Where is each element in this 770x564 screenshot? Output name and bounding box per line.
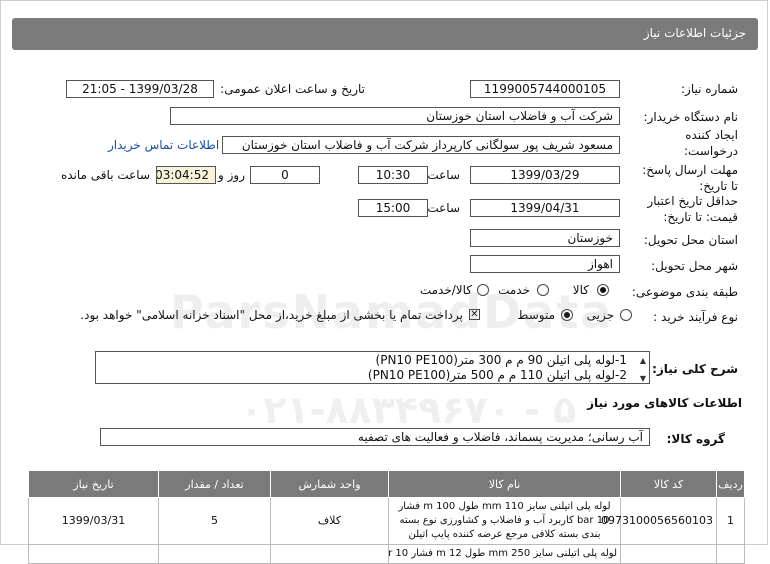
city-field[interactable]: اهواز — [470, 255, 620, 273]
table-header-row: ردیف کد کالا نام کالا واحد شمارش تعداد /… — [28, 470, 745, 498]
buyer-contact-link[interactable]: اطلاعات تماس خریدار — [108, 138, 219, 152]
process-radio-minor[interactable] — [620, 309, 632, 321]
announce-label: تاریخ و ساعت اعلان عمومی: — [220, 82, 365, 96]
need-number-field[interactable]: 1199005744000105 — [470, 80, 620, 98]
description-box[interactable]: 1-لوله پلی اتیلن 90 م م 300 متر(PN10 PE1… — [95, 351, 650, 384]
reply-deadline-label-line1: مهلت ارسال پاسخ: — [642, 163, 738, 177]
goods-section-title: اطلاعات کالاهای مورد نیاز — [587, 396, 742, 410]
col-header-row-number: ردیف — [716, 470, 745, 498]
table-row[interactable]: 1 0973100056560103 لوله پلی اتیلنی سایز … — [28, 497, 745, 545]
validity-date-field[interactable]: 1399/04/31 — [470, 199, 620, 217]
cell-name-partial: لوله پلی اتیلنی سایز 250 mm طول 12 m فشا… — [388, 544, 621, 564]
province-field[interactable]: خوزستان — [470, 229, 620, 247]
validity-time-label: ساعت — [427, 201, 460, 215]
category-goods-service-label: کالا/خدمت — [419, 283, 472, 297]
scroll-down-icon[interactable]: ▼ — [640, 371, 646, 386]
page-title: جزئیات اطلاعات نیاز — [643, 26, 746, 40]
cell-unit: کلاف — [270, 497, 389, 545]
col-header-name: نام کالا — [388, 470, 621, 498]
reply-time-field[interactable]: 10:30 — [358, 166, 428, 184]
days-field[interactable]: 0 — [250, 166, 320, 184]
reply-date-field[interactable]: 1399/03/29 — [470, 166, 620, 184]
category-radio-goods-service[interactable] — [477, 284, 489, 296]
payment-note: پرداخت تمام یا بخشی از مبلغ خرید،از محل … — [80, 308, 463, 322]
items-table: ردیف کد کالا نام کالا واحد شمارش تعداد /… — [28, 470, 745, 564]
scroll-up-icon[interactable]: ▲ — [640, 353, 646, 368]
goods-group-field[interactable]: آب رسانی؛ مدیریت پسماند، فاضلاب و فعالیت… — [100, 428, 650, 446]
cell-code: 0973100056560103 — [601, 497, 717, 545]
validity-label-line1: حداقل تاریخ اعتبار — [647, 194, 738, 208]
description-label: شرح کلی نیاز: — [652, 362, 738, 376]
need-number-label: شماره نیاز: — [681, 82, 738, 96]
category-radio-service[interactable] — [537, 284, 549, 296]
category-radio-goods[interactable] — [597, 284, 609, 296]
cell-date: 1399/03/31 — [28, 497, 159, 545]
treasury-checkbox[interactable]: ✕ — [469, 309, 480, 320]
col-header-code: کد کالا — [620, 470, 717, 498]
process-minor-label: جزیی — [586, 308, 614, 322]
creator-field[interactable]: مسعود شریف پور سولگانی کارپرداز شرکت آب … — [222, 136, 620, 154]
col-header-qty: تعداد / مقدار — [158, 470, 271, 498]
validity-label-line2: قیمت: تا تاریخ: — [663, 210, 738, 224]
process-radio-medium[interactable] — [561, 309, 573, 321]
cell-row-number: 1 — [716, 497, 745, 545]
creator-label-line2: درخواست: — [684, 144, 738, 158]
remaining-time-label: ساعت باقی مانده — [60, 168, 150, 182]
cell-name: لوله پلی اتیلنی سایز 110 mm طول 100 m فش… — [388, 497, 621, 545]
announce-field[interactable]: 1399/03/28 - 21:05 — [66, 80, 214, 98]
buyer-field[interactable]: شرکت آب و فاضلاب استان خوزستان — [170, 107, 620, 125]
process-label: نوع فرآیند خرید : — [653, 310, 738, 324]
cell-qty: 5 — [158, 497, 271, 545]
validity-time-field[interactable]: 15:00 — [358, 199, 428, 217]
col-header-unit: واحد شمارش — [270, 470, 389, 498]
table-row-partial[interactable]: لوله پلی اتیلنی سایز 250 mm طول 12 m فشا… — [28, 544, 745, 564]
creator-label-line1: ایجاد کننده — [685, 128, 738, 142]
col-header-date: تاریخ نیاز — [28, 470, 159, 498]
description-line-1: 1-لوله پلی اتیلن 90 م م 300 متر(PN10 PE1… — [375, 353, 627, 367]
title-bar: جزئیات اطلاعات نیاز — [12, 18, 758, 50]
category-label: طبقه بندی موضوعی: — [631, 285, 738, 299]
buyer-label: نام دستگاه خریدار: — [643, 110, 739, 124]
remaining-time-field: 03:04:52 — [156, 166, 216, 184]
city-label: شهر محل تحویل: — [651, 259, 738, 273]
goods-group-label: گروه کالا: — [666, 432, 725, 446]
process-medium-label: متوسط — [517, 308, 555, 322]
description-line-2: 2-لوله پلی اتیلن 110 م م 500 متر(PN10 PE… — [367, 368, 627, 382]
category-service-label: خدمت — [498, 283, 530, 297]
reply-deadline-label-line2: تا تاریخ: — [699, 179, 738, 193]
reply-time-label: ساعت — [427, 168, 460, 182]
category-goods-label: کالا — [572, 283, 589, 297]
days-label: روز و — [218, 168, 245, 182]
province-label: استان محل تحویل: — [643, 233, 738, 247]
